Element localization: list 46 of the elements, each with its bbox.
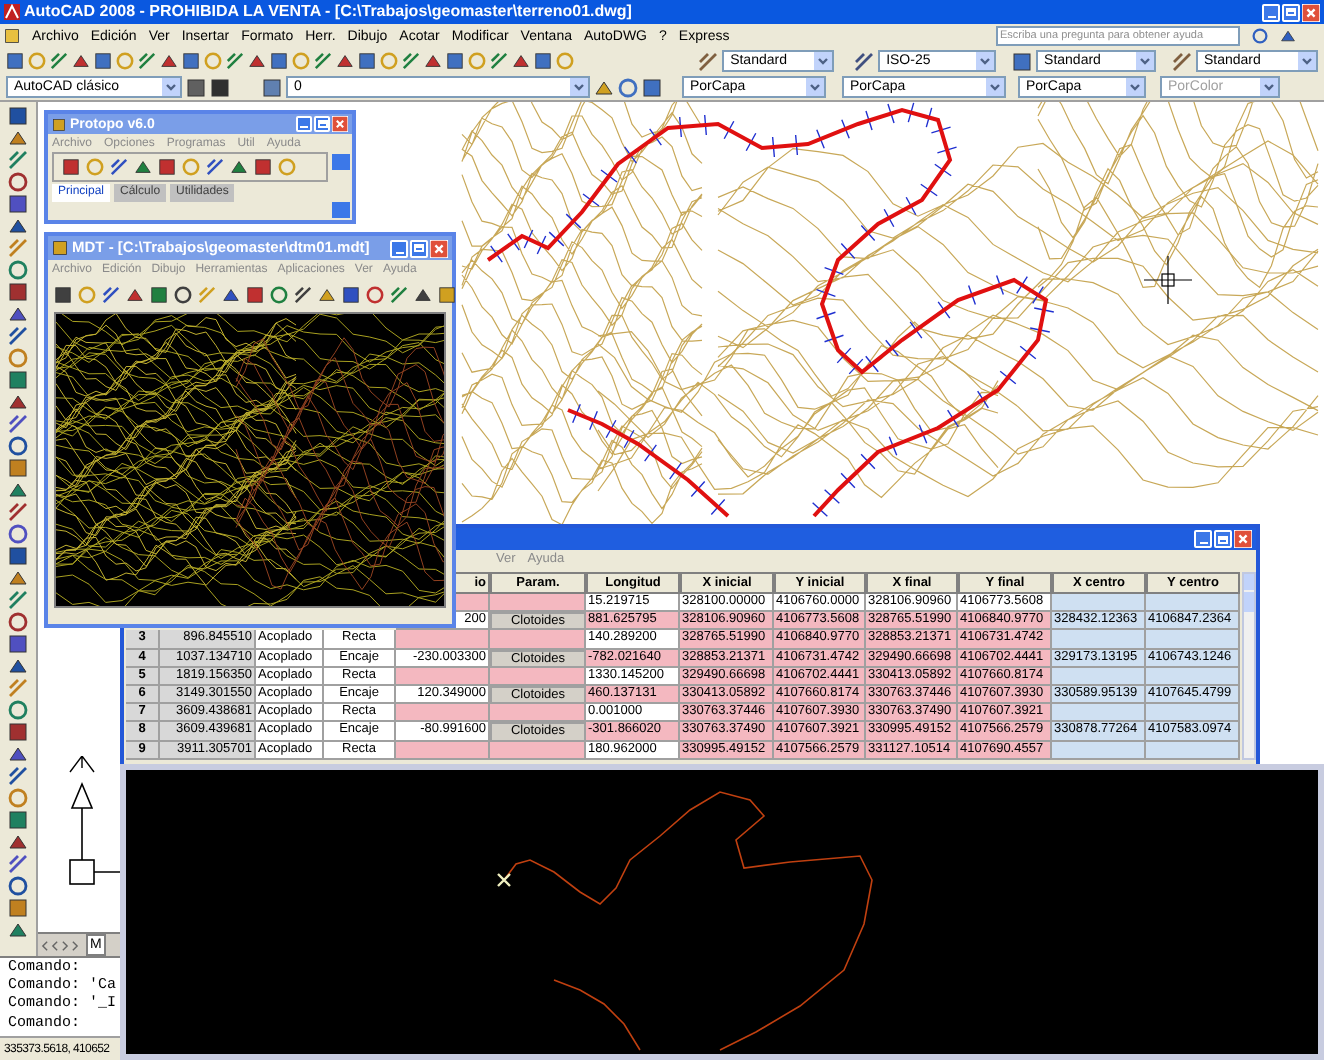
minimize-button[interactable]	[1262, 3, 1280, 21]
draw-tool-icon[interactable]	[8, 414, 28, 434]
text-style-icon[interactable]	[698, 51, 719, 71]
dropdown-arrow-icon[interactable]	[986, 78, 1004, 96]
app-logo-icon	[4, 4, 20, 20]
tool-icon[interactable]	[102, 285, 120, 303]
table-style-icon[interactable]	[1012, 51, 1033, 71]
draw-tool-icon[interactable]	[8, 326, 28, 346]
dropdown-arrow-icon[interactable]	[1136, 52, 1155, 70]
close-button[interactable]	[1302, 3, 1320, 21]
crosshair-icon	[1143, 255, 1193, 305]
app-icon[interactable]	[52, 240, 68, 256]
scrollbar[interactable]	[332, 152, 350, 220]
close-button[interactable]	[430, 239, 448, 257]
scrollbar[interactable]	[1242, 572, 1256, 760]
tool-icon[interactable]	[110, 158, 128, 176]
draw-tool-icon[interactable]	[8, 150, 28, 170]
maximize-button[interactable]	[1214, 530, 1232, 548]
close-button[interactable]	[332, 116, 348, 132]
maximize-button[interactable]	[410, 239, 428, 257]
dropdown-arrow-icon[interactable]	[814, 52, 833, 70]
layers-icon[interactable]	[262, 77, 282, 97]
dropdown-arrow-icon[interactable]	[806, 78, 824, 96]
draw-tool-icon[interactable]	[8, 854, 28, 874]
maximize-button[interactable]	[314, 116, 330, 132]
tool-icon[interactable]	[206, 158, 224, 176]
document-icon[interactable]	[4, 28, 20, 44]
tool-icon[interactable]	[294, 285, 312, 303]
start-marker-icon	[496, 872, 512, 888]
minimize-button[interactable]	[1194, 530, 1212, 548]
draw-tool-icon[interactable]	[8, 502, 28, 522]
dimension-style-icon[interactable]	[854, 51, 875, 71]
multileader-style-icon[interactable]	[1171, 51, 1192, 71]
minimize-button[interactable]	[390, 239, 408, 257]
dropdown-arrow-icon[interactable]	[162, 78, 180, 96]
dropdown-arrow-icon[interactable]	[1298, 52, 1316, 70]
draw-tool-icon[interactable]	[8, 590, 28, 610]
minimize-button[interactable]	[296, 116, 312, 132]
close-button[interactable]	[1234, 530, 1252, 548]
app-icon[interactable]	[52, 117, 66, 131]
window-title: AutoCAD 2008 - PROHIBIDA LA VENTA - [C:\Trabajos\geomaster\terreno01.dwg]	[24, 4, 632, 20]
dropdown-arrow-icon[interactable]	[976, 52, 995, 70]
dropdown-arrow-icon[interactable]	[1126, 78, 1144, 96]
draw-tool-icon[interactable]	[8, 766, 28, 786]
maximize-button[interactable]	[1282, 3, 1300, 21]
dropdown-arrow-icon[interactable]	[570, 78, 588, 96]
